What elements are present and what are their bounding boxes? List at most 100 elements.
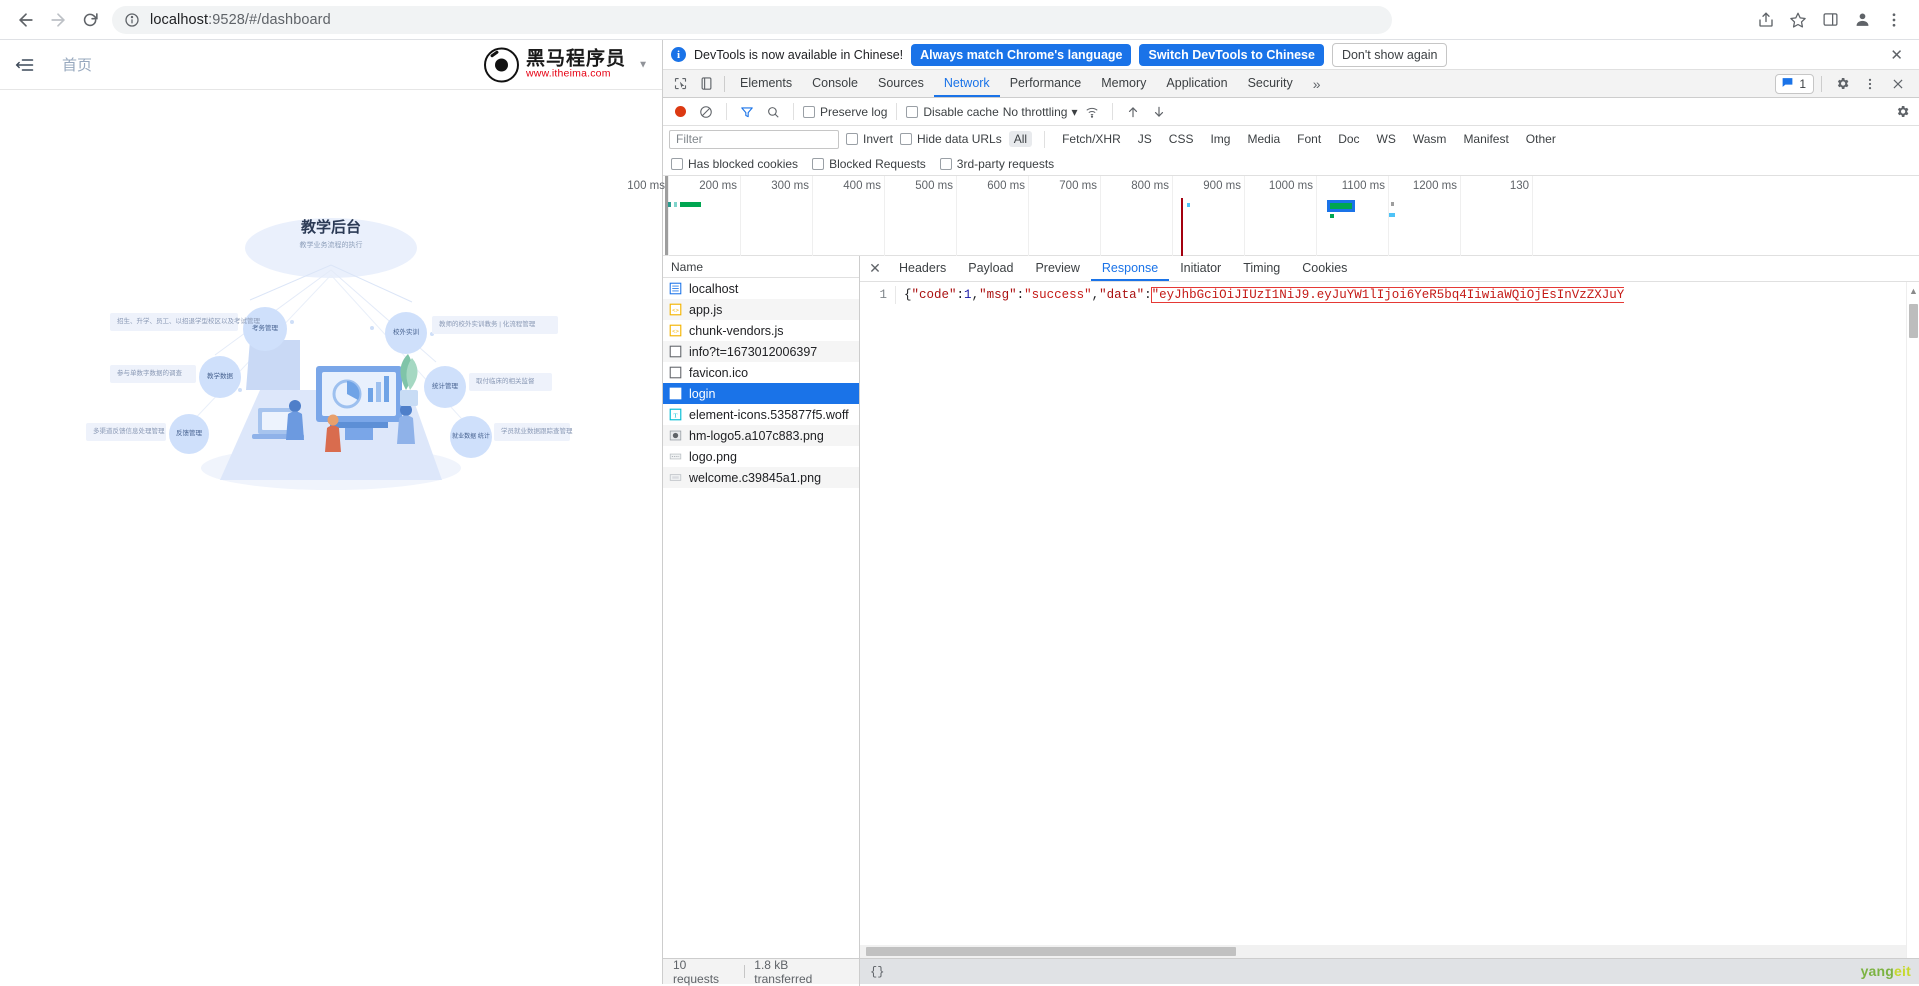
request-row-chunk-vendors-js[interactable]: <> chunk-vendors.js (663, 320, 859, 341)
share-icon[interactable] (1751, 5, 1781, 35)
filter-type-img[interactable]: Img (1205, 131, 1235, 147)
export-har-icon[interactable] (1148, 101, 1170, 123)
checkbox-box (906, 106, 918, 118)
clear-icon[interactable] (695, 101, 717, 123)
request-row-localhost[interactable]: localhost (663, 278, 859, 299)
node-kaowu[interactable]: 考务管理 (243, 307, 287, 351)
node-fankui[interactable]: 反馈管理 (169, 414, 209, 454)
request-list-header[interactable]: Name (663, 256, 859, 278)
device-toolbar-icon[interactable] (693, 72, 719, 96)
import-har-icon[interactable] (1122, 101, 1144, 123)
reload-button[interactable] (74, 4, 106, 36)
detail-tab-initiator[interactable]: Initiator (1169, 256, 1232, 281)
vertical-scroll-thumb[interactable] (1909, 304, 1918, 338)
tab-sources[interactable]: Sources (868, 70, 934, 97)
detail-tab-response[interactable]: Response (1091, 256, 1169, 281)
network-toolbar: Preserve log Disable cache No throttling… (663, 98, 1919, 126)
network-settings-gear-icon[interactable] (1891, 101, 1913, 123)
gear-icon[interactable] (1829, 72, 1855, 96)
tab-console[interactable]: Console (802, 70, 868, 97)
node-xiaowai[interactable]: 校外实训 (385, 312, 427, 354)
always-match-language-button[interactable]: Always match Chrome's language (911, 44, 1131, 66)
request-row-app-js[interactable]: <> app.js (663, 299, 859, 320)
third-party-requests-checkbox[interactable]: 3rd-party requests (940, 157, 1054, 171)
hamburger-menu-icon[interactable] (14, 55, 36, 75)
node-jiuye[interactable]: 就业数据 统计 (450, 416, 492, 458)
site-info-icon[interactable] (124, 12, 140, 28)
svg-text:<>: <> (672, 307, 679, 314)
filter-type-fetch-xhr[interactable]: Fetch/XHR (1057, 131, 1126, 147)
filter-funnel-icon[interactable] (736, 101, 758, 123)
profile-avatar-icon[interactable] (1847, 5, 1877, 35)
network-conditions-icon[interactable] (1081, 101, 1103, 123)
console-drawer-snippet[interactable]: {} (860, 959, 1919, 984)
request-row-logo-png[interactable]: logo.png (663, 446, 859, 467)
back-button[interactable] (10, 4, 42, 36)
filter-type-manifest[interactable]: Manifest (1458, 131, 1513, 147)
close-icon[interactable] (1885, 72, 1911, 96)
filter-type-wasm[interactable]: Wasm (1408, 131, 1452, 147)
chevron-double-right-icon[interactable]: » (1303, 76, 1331, 92)
inspect-element-icon[interactable] (667, 72, 693, 96)
blocked-requests-checkbox[interactable]: Blocked Requests (812, 157, 926, 171)
response-body-viewer[interactable]: 1 {"code":1,"msg":"success","data":"eyJh… (860, 282, 1919, 958)
tab-elements[interactable]: Elements (730, 70, 802, 97)
scroll-up-arrow-icon[interactable]: ▲ (1909, 286, 1918, 296)
horizontal-scroll-thumb[interactable] (866, 947, 1236, 956)
kebab-menu-icon[interactable] (1879, 5, 1909, 35)
response-vertical-scrollbar[interactable]: ▲ (1906, 282, 1919, 958)
star-icon[interactable] (1783, 5, 1813, 35)
tab-network[interactable]: Network (934, 70, 1000, 97)
detail-tab-payload[interactable]: Payload (957, 256, 1024, 281)
request-row-info[interactable]: info?t=1673012006397 (663, 341, 859, 362)
request-row-hm-logo5-png[interactable]: hm-logo5.a107c883.png (663, 425, 859, 446)
dont-show-again-button[interactable]: Don't show again (1332, 43, 1448, 67)
kebab-menu-icon[interactable] (1857, 72, 1883, 96)
divider (896, 103, 897, 120)
filter-type-all[interactable]: All (1009, 131, 1032, 147)
detail-tab-headers[interactable]: Headers (888, 256, 957, 281)
checkbox-box (846, 133, 858, 145)
has-blocked-cookies-checkbox[interactable]: Has blocked cookies (671, 157, 798, 171)
message-count-pill[interactable]: 1 (1775, 74, 1814, 94)
request-row-login[interactable]: login (663, 383, 859, 404)
chevron-down-icon[interactable]: ▼ (638, 59, 648, 70)
disable-cache-checkbox[interactable]: Disable cache (906, 105, 998, 119)
node-jiaoxue[interactable]: 教学数据 (199, 356, 241, 398)
hide-data-urls-checkbox[interactable]: Hide data URLs (900, 132, 1002, 146)
search-icon[interactable] (762, 101, 784, 123)
filter-type-ws[interactable]: WS (1372, 131, 1401, 147)
throttling-dropdown[interactable]: No throttling ▾ (1003, 105, 1078, 119)
request-row-favicon[interactable]: favicon.ico (663, 362, 859, 383)
tab-application[interactable]: Application (1156, 70, 1237, 97)
filter-input[interactable] (669, 130, 839, 149)
forward-button[interactable] (42, 4, 74, 36)
close-icon[interactable]: ✕ (862, 256, 888, 281)
response-horizontal-scrollbar[interactable] (860, 945, 1906, 958)
network-overview-timeline[interactable]: 100 ms 200 ms 300 ms 400 ms 500 ms 600 m… (663, 176, 1919, 256)
tab-performance[interactable]: Performance (1000, 70, 1092, 97)
preserve-log-checkbox[interactable]: Preserve log (803, 105, 887, 119)
close-icon[interactable]: ✕ (1882, 46, 1911, 64)
switch-devtools-chinese-button[interactable]: Switch DevTools to Chinese (1139, 44, 1323, 66)
filter-type-js[interactable]: JS (1133, 131, 1157, 147)
filter-type-other[interactable]: Other (1521, 131, 1561, 147)
detail-tab-preview[interactable]: Preview (1024, 256, 1090, 281)
address-bar[interactable]: localhost:9528/#/dashboard (112, 6, 1392, 34)
request-list[interactable]: localhost <> app.js <> chunk-vendors.js (663, 278, 859, 958)
filter-type-css[interactable]: CSS (1164, 131, 1199, 147)
side-panel-icon[interactable] (1815, 5, 1845, 35)
record-stop-icon[interactable] (669, 101, 691, 123)
node-tongji[interactable]: 统计管理 (424, 366, 466, 408)
tab-security[interactable]: Security (1238, 70, 1303, 97)
detail-tab-cookies[interactable]: Cookies (1291, 256, 1358, 281)
console-snippet-text: {} (870, 965, 884, 979)
invert-checkbox[interactable]: Invert (846, 132, 893, 146)
tab-memory[interactable]: Memory (1091, 70, 1156, 97)
filter-type-media[interactable]: Media (1242, 131, 1285, 147)
request-row-element-icons-woff[interactable]: T element-icons.535877f5.woff (663, 404, 859, 425)
request-row-welcome-png[interactable]: welcome.c39845a1.png (663, 467, 859, 488)
filter-type-doc[interactable]: Doc (1333, 131, 1364, 147)
filter-type-font[interactable]: Font (1292, 131, 1326, 147)
detail-tab-timing[interactable]: Timing (1232, 256, 1291, 281)
